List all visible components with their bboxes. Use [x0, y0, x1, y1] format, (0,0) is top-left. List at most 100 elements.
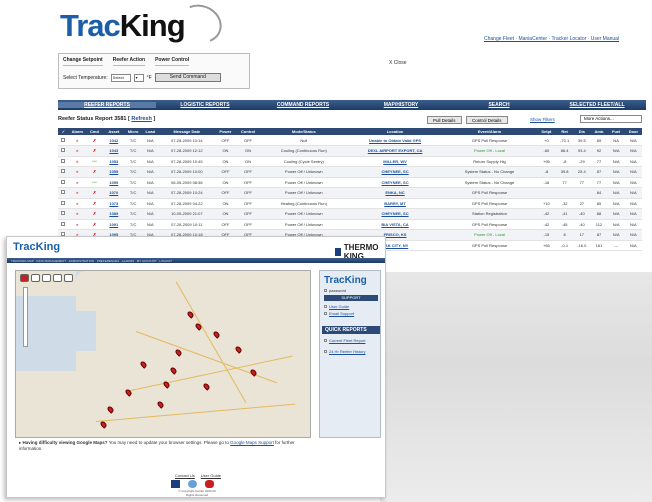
table-cell[interactable]: CHEYNEE, SC	[347, 166, 443, 178]
google-maps-support-link[interactable]: Google Maps Support	[230, 440, 274, 445]
table-cell[interactable]: CHEYNEE, SC	[347, 177, 443, 188]
table-cell[interactable]: BIA VISTA, CA	[347, 219, 443, 230]
contact-us-link[interactable]: Contact Us	[175, 473, 195, 478]
nav-map-history[interactable]: MAP/HISTORY	[352, 102, 450, 108]
column-header[interactable]: Mode/Status	[259, 128, 348, 135]
table-row[interactable]: × ✗ 1089 T/C N/A 10-05-2009 21:07 ON OFF Power O…	[58, 208, 642, 220]
column-header[interactable]: Control	[236, 128, 260, 135]
table-cell[interactable]	[58, 198, 69, 209]
table-cell[interactable]: ENKA, NC	[347, 187, 443, 199]
column-header[interactable]: Event/Alarm	[442, 128, 537, 135]
table-row[interactable]: × ✗ 1073 T/C N/A 07-28-2009 04:22 ON OFF Heating…	[58, 198, 642, 209]
column-header[interactable]: Asset	[103, 128, 125, 135]
column-header[interactable]: Setpt	[536, 128, 557, 135]
table-row[interactable]: × ✗ 1043 T/C N/A 07-28-2009 12:12 ON ON Cooling …	[58, 145, 642, 157]
email-support-link[interactable]: Email Support	[324, 311, 354, 316]
support-bar[interactable]: SUPPORT	[324, 295, 378, 301]
column-header[interactable]: Alarm	[68, 128, 86, 135]
table-cell[interactable]: CHEYNEE, SC	[347, 208, 443, 220]
table-cell[interactable]	[58, 145, 69, 157]
map-tool-icon[interactable]	[53, 274, 62, 282]
map-screen-nav[interactable]: TRACKING MAP · DATA MANAGEMENT · ADMINIS…	[7, 258, 385, 263]
user-guide-link[interactable]: User Guide	[324, 304, 349, 309]
table-cell[interactable]	[58, 219, 69, 230]
tab-power-control[interactable]: Power Control	[155, 57, 190, 66]
nav-reefer-reports[interactable]: REEFER REPORTS	[58, 102, 156, 108]
table-cell: N/A	[607, 198, 625, 209]
column-header[interactable]: ✓	[58, 128, 69, 135]
nav-selected-fleet[interactable]: SELECTED FLEET/ALL	[548, 102, 646, 108]
table-row[interactable]: × ✗ 1070 T/C N/A 07-28-2009 10:24 OFF OFF Power …	[58, 187, 642, 199]
table-cell[interactable]	[58, 166, 69, 178]
map-tool-icon[interactable]	[20, 274, 29, 282]
show-filters-link[interactable]: Show Filters	[530, 117, 555, 122]
table-row[interactable]: × *** 1059 T/C N/A 06-05-2009 08:56 ON OFF Power…	[58, 177, 642, 188]
column-header[interactable]: Door	[624, 128, 642, 135]
current-fleet-report-link[interactable]: Current Fleet Report	[324, 338, 365, 343]
table-row[interactable]: × ✗ 1091 T/C N/A 07-28-2009 10:11 OFF OFF Power …	[58, 219, 642, 230]
table-cell[interactable]: 1091	[103, 219, 125, 230]
temperature-select[interactable]: Select	[110, 73, 131, 82]
nav-search[interactable]: SEARCH	[450, 102, 548, 108]
row-checkbox[interactable]	[61, 137, 66, 142]
sign-select[interactable]: ▾	[133, 73, 144, 82]
row-checkbox[interactable]	[61, 211, 66, 216]
table-cell[interactable]: Unable to Obtain Valid GPS	[347, 135, 443, 146]
column-header[interactable]: Cmd	[85, 128, 104, 135]
row-checkbox[interactable]	[61, 190, 66, 195]
tab-reefer-action[interactable]: Reefer Action	[112, 57, 146, 66]
refresh-link[interactable]: Refresh	[131, 116, 151, 122]
table-cell[interactable]: 1053	[103, 156, 125, 167]
table-cell[interactable]	[58, 135, 69, 146]
table-cell[interactable]: 1055	[103, 166, 125, 178]
table-cell[interactable]: 1070	[103, 187, 125, 199]
tab-change-setpoint[interactable]: Change Setpoint	[63, 57, 103, 66]
nav-command-reports[interactable]: COMMAND REPORTS	[254, 102, 352, 108]
row-checkbox[interactable]	[61, 169, 66, 174]
table-cell[interactable]: 1042	[103, 135, 125, 146]
checkbox-icon[interactable]	[324, 289, 327, 292]
row-checkbox[interactable]	[61, 158, 66, 163]
table-cell[interactable]: 1043	[103, 145, 125, 157]
column-header[interactable]: Amb	[590, 128, 608, 135]
column-header[interactable]: Micro	[124, 128, 142, 135]
column-header[interactable]: Dis	[573, 128, 591, 135]
table-row[interactable]: × *** 1053 T/C N/A 07-28-2009 10:45 ON ON Coolin…	[58, 156, 642, 167]
column-header[interactable]: Load	[141, 128, 159, 135]
zoom-slider[interactable]	[23, 287, 28, 347]
footer-user-guide-link[interactable]: User Guide	[201, 473, 221, 478]
pull-details-button[interactable]: Pull Details	[427, 116, 462, 124]
map-tool-icon[interactable]	[31, 274, 40, 282]
reefer-history-link[interactable]: 24 Hr Reefer History	[324, 349, 365, 354]
column-header[interactable]: Power	[214, 128, 237, 135]
send-command-button[interactable]: Send Command	[154, 73, 221, 82]
table-cell[interactable]: BARRY, MT	[347, 198, 443, 209]
row-checkbox[interactable]	[61, 148, 66, 153]
table-cell[interactable]	[58, 177, 69, 188]
table-row[interactable]: × ✗ 1042 T/C N/A 07-28-2009 10:14 OFF OFF Null Un…	[58, 135, 642, 146]
map-tool-icon[interactable]	[64, 274, 73, 282]
table-cell[interactable]	[58, 208, 69, 220]
table-cell[interactable]: 1089	[103, 208, 125, 220]
column-header[interactable]: Message Date	[158, 128, 215, 135]
table-cell[interactable]: DEXL AIRPORT EXPORT, CA	[347, 145, 443, 157]
table-cell[interactable]: 1073	[103, 198, 125, 209]
column-header[interactable]: Fuel	[607, 128, 625, 135]
row-checkbox[interactable]	[61, 200, 66, 205]
more-actions-select[interactable]: More Actions...	[580, 115, 642, 123]
nav-logistic-reports[interactable]: LOGISTIC REPORTS	[156, 102, 254, 108]
map-tool-icon[interactable]	[42, 274, 51, 282]
column-header[interactable]: Location	[347, 128, 443, 135]
close-link[interactable]: X Close	[389, 60, 407, 66]
row-checkbox[interactable]	[61, 179, 66, 184]
control-details-button[interactable]: Control Details	[466, 116, 508, 124]
table-cell[interactable]: 1059	[103, 177, 125, 188]
table-cell[interactable]	[58, 187, 69, 199]
row-checkbox[interactable]	[61, 221, 66, 226]
table-row[interactable]: × ✗ 1055 T/C N/A 07-28-2009 10:00 OFF OFF Power …	[58, 166, 642, 178]
table-cell[interactable]	[58, 156, 69, 167]
google-map[interactable]	[15, 270, 311, 438]
table-cell[interactable]: MILLER, WV	[347, 156, 443, 167]
top-nav-links[interactable]: Change Fleet · ManiaCenter · Tracker Loc…	[484, 36, 619, 42]
column-header[interactable]: Ret	[556, 128, 574, 135]
